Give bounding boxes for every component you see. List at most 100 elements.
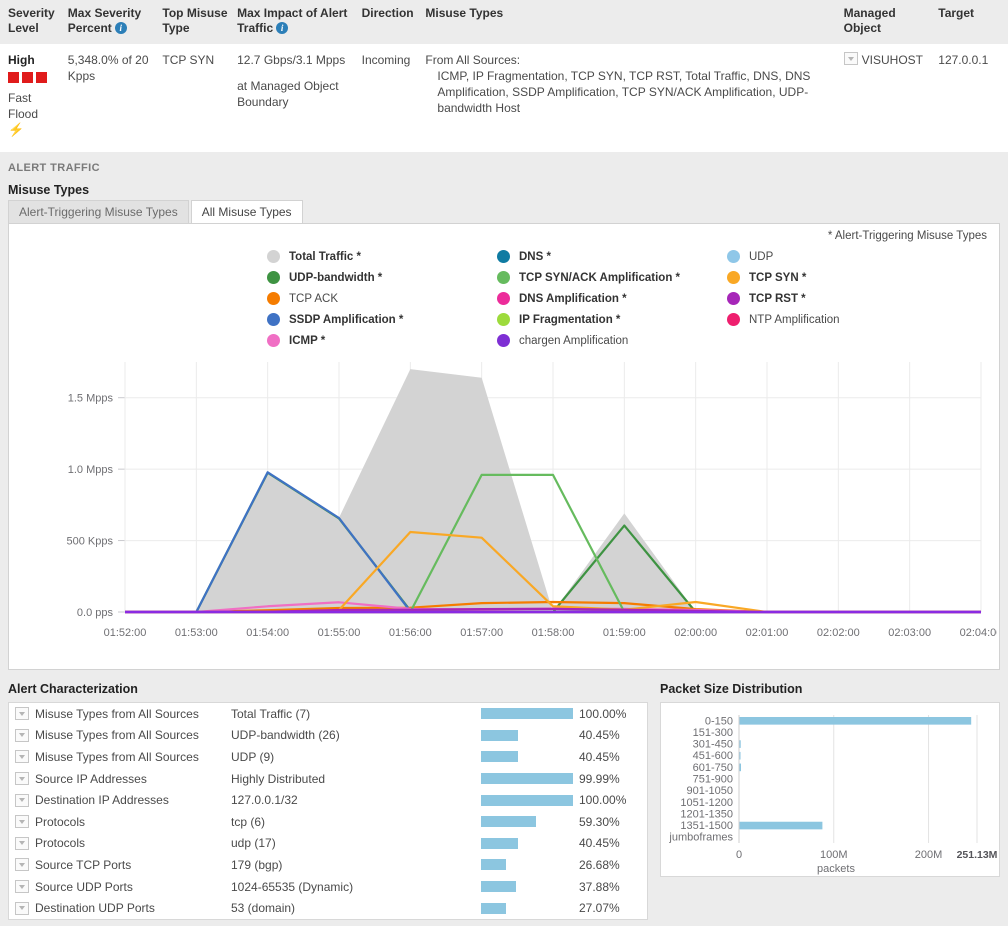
legend-column-3: UDP TCP SYN * TCP RST * NTP Amplificatio…: [727, 246, 927, 351]
characterization-row: Source TCP Ports 179 (bgp) 26.68%: [9, 854, 647, 876]
legend-item[interactable]: TCP SYN *: [727, 267, 927, 288]
info-icon[interactable]: i: [114, 22, 127, 34]
characterization-percent: 99.99%: [579, 771, 620, 786]
chevron-down-icon[interactable]: [15, 772, 29, 786]
legend-item[interactable]: chargen Amplification: [497, 330, 727, 351]
legend-item[interactable]: UDP: [727, 246, 927, 267]
col-header-managed-object: Managed Object: [844, 6, 939, 36]
tab-alert-triggering-misuse-types[interactable]: Alert-Triggering Misuse Types: [8, 200, 189, 224]
characterization-bar-cell: [481, 773, 573, 785]
managed-object-value[interactable]: VISUHOST: [862, 52, 923, 68]
y-axis-tick-label: 151-300: [693, 727, 733, 739]
legend-swatch: [727, 292, 740, 305]
legend-swatch: [727, 271, 740, 284]
chevron-down-icon[interactable]: [15, 750, 29, 764]
characterization-bar-cell: [481, 729, 573, 741]
characterization-bar: [481, 859, 506, 871]
chevron-down-icon[interactable]: [15, 858, 29, 872]
chevron-down-icon[interactable]: [15, 707, 29, 721]
characterization-bar-cell: [481, 708, 573, 720]
col-header-text: Top Misuse Type: [162, 6, 228, 35]
legend-swatch: [497, 292, 510, 305]
characterization-row: Misuse Types from All Sources UDP-bandwid…: [9, 725, 647, 747]
y-axis-tick-label: jumboframes: [668, 832, 733, 844]
legend-swatch: [497, 250, 510, 263]
characterization-bar: [481, 837, 519, 849]
y-axis-tick-label: 751-900: [693, 774, 733, 786]
chevron-down-icon[interactable]: [15, 901, 29, 915]
chevron-down-icon[interactable]: [15, 880, 29, 894]
x-axis-tick-label: 02:03:00: [888, 627, 931, 639]
chevron-down-icon[interactable]: [843, 52, 858, 65]
legend-item[interactable]: DNS *: [497, 246, 727, 267]
max-impact-boundary: at Managed Object Boundary: [237, 79, 339, 109]
y-axis-tick-label: 1351-1500: [680, 820, 733, 832]
packet-size-distribution-title: Packet Size Distribution: [660, 682, 803, 696]
characterization-bar: [481, 902, 506, 914]
alert-traffic-section-label: ALERT TRAFFIC: [8, 162, 100, 174]
cell-max-impact: 12.7 Gbps/3.1 Mpps at Managed Object Bou…: [237, 52, 362, 136]
y-axis-tick-label: 1051-1200: [680, 797, 733, 809]
characterization-key: Destination UDP Ports: [35, 901, 155, 916]
packet-size-svg: 0 100M 200M 251.13M packets 0-150151-300301-4…: [668, 715, 998, 875]
legend-item[interactable]: SSDP Amplification *: [267, 309, 497, 330]
characterization-key: Source TCP Ports: [35, 857, 132, 872]
characterization-key: Protocols: [35, 814, 86, 829]
col-header-target: Target: [938, 6, 1008, 36]
legend-item[interactable]: Total Traffic *: [267, 246, 497, 267]
col-header-top-misuse-type: Top Misuse Type: [162, 6, 237, 36]
legend-item[interactable]: IP Fragmentation *: [497, 309, 727, 330]
characterization-bar-cell: [481, 881, 573, 893]
characterization-key-cell: Misuse Types from All Sources: [9, 750, 231, 764]
characterization-row: Misuse Types from All Sources UDP (9) 40.4…: [9, 746, 647, 768]
tab-all-misuse-types[interactable]: All Misuse Types: [190, 200, 303, 225]
y-axis-tick-label: 301-450: [693, 739, 733, 751]
legend-label: IP Fragmentation *: [519, 313, 621, 326]
characterization-key: Misuse Types from All Sources: [35, 728, 199, 743]
characterization-bar: [481, 729, 519, 741]
chevron-down-icon[interactable]: [15, 815, 29, 829]
severity-dot: [22, 72, 33, 83]
y-axis-tick-label: 1.5 Mpps: [68, 393, 114, 405]
x-axis-tick-label: 02:00:00: [674, 627, 717, 639]
legend-swatch: [497, 334, 510, 347]
x-axis-tick-label: 01:54:00: [246, 627, 289, 639]
legend-label: chargen Amplification: [519, 334, 629, 347]
col-header-direction: Direction: [362, 6, 426, 36]
chevron-down-icon[interactable]: [15, 728, 29, 742]
cell-severity-level: High Fast Flood ⚡: [0, 52, 68, 136]
characterization-bar-cell: [481, 902, 573, 914]
legend-swatch: [267, 313, 280, 326]
chevron-down-icon[interactable]: [15, 836, 29, 850]
legend-item[interactable]: NTP Amplification: [727, 309, 927, 330]
legend-item[interactable]: ICMP *: [267, 330, 497, 351]
col-header-text: Max Impact of Alert Traffic: [237, 6, 348, 35]
legend-label: DNS Amplification *: [519, 292, 627, 305]
severity-dots: [8, 72, 60, 83]
characterization-bar-cell: [481, 816, 573, 828]
col-header-text: Target: [938, 6, 975, 20]
x-axis-tick-label: 01:58:00: [532, 627, 575, 639]
chevron-down-icon[interactable]: [15, 793, 29, 807]
legend-item[interactable]: UDP-bandwidth *: [267, 267, 497, 288]
legend-item[interactable]: TCP RST *: [727, 288, 927, 309]
col-header-text: Severity Level: [8, 6, 55, 35]
lightning-bolt-icon: ⚡: [8, 122, 25, 137]
y-axis-tick-label: 1.0 Mpps: [68, 464, 114, 476]
alert-summary-table: Severity Level Max Severity Percent i Top…: [0, 0, 1008, 152]
misuse-types-list: ICMP, IP Fragmentation, TCP SYN, TCP RST…: [437, 69, 811, 115]
characterization-row: Protocols udp (17) 40.45%: [9, 833, 647, 855]
characterization-key-cell: Protocols: [9, 815, 231, 829]
legend-item[interactable]: TCP SYN/ACK Amplification *: [497, 267, 727, 288]
characterization-percent: 26.68%: [579, 857, 620, 872]
legend-item[interactable]: DNS Amplification *: [497, 288, 727, 309]
alert-characterization-panel: Alert Characterization Misuse Types from…: [8, 682, 648, 920]
info-icon[interactable]: i: [276, 22, 289, 34]
characterization-value: 127.0.0.1/32: [231, 793, 298, 808]
legend-item[interactable]: TCP ACK: [267, 288, 497, 309]
y-axis-tick-label: 0.0 pps: [77, 607, 114, 619]
col-header-text: Misuse Types: [425, 6, 504, 20]
cell-managed-object: VISUHOST: [843, 52, 939, 136]
legend-swatch: [267, 250, 280, 263]
legend-label: UDP-bandwidth *: [289, 271, 383, 284]
